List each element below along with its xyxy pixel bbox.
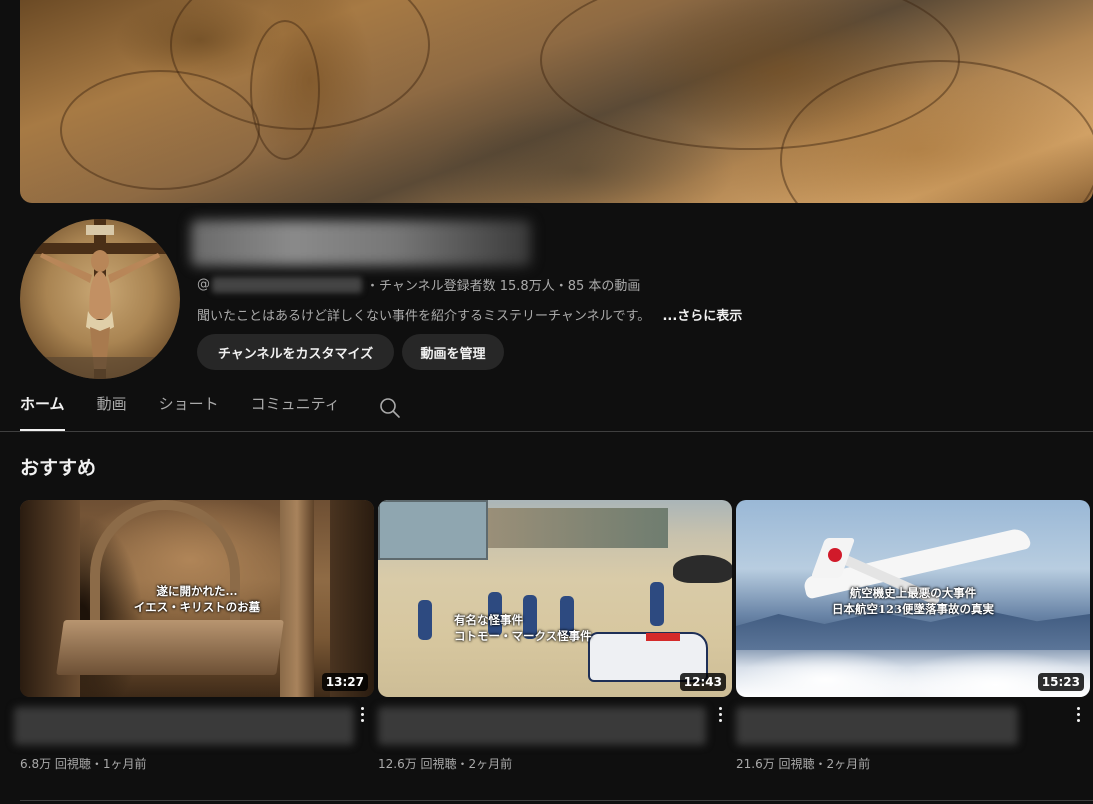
video-thumbnail-3[interactable]: 航空機史上最悪の大事件 日本航空123便墜落事故の真実 15:23 xyxy=(736,500,1090,697)
customize-channel-button[interactable]: チャンネルをカスタマイズ xyxy=(197,334,394,370)
video-duration-2: 12:43 xyxy=(679,673,726,691)
tab-community[interactable]: コミュニティ xyxy=(251,393,340,431)
video-meta-2: 12.6万 回視聴・2ヶ月前 xyxy=(378,757,513,771)
video-thumbnail-1[interactable]: 遂に開かれた... イエス・キリストのお墓 13:27 xyxy=(20,500,374,697)
video-meta-1: 6.8万 回視聴・1ヶ月前 xyxy=(20,757,147,771)
more-options-icon[interactable] xyxy=(712,704,728,724)
channel-tabs: ホーム 動画 ショート コミュニティ xyxy=(20,393,372,431)
channel-description-text: 聞いたことはあるけど詳しくない事件を紹介するミステリーチャンネルです。 xyxy=(197,309,651,324)
video-title-redacted-1 xyxy=(14,707,354,745)
video-meta-3: 21.6万 回視聴・2ヶ月前 xyxy=(736,757,871,771)
crucifix-image xyxy=(20,219,180,379)
video-duration-3: 15:23 xyxy=(1037,673,1084,691)
section-divider xyxy=(20,800,1093,801)
video-title-redacted-2 xyxy=(378,707,706,745)
more-options-icon[interactable] xyxy=(1070,704,1086,724)
video-title-redacted-3 xyxy=(736,707,1018,745)
tab-videos[interactable]: 動画 xyxy=(97,393,127,431)
channel-banner xyxy=(20,0,1093,203)
tabs-divider xyxy=(0,431,1093,432)
tab-home[interactable]: ホーム xyxy=(20,393,65,431)
search-icon[interactable] xyxy=(378,396,402,420)
channel-name-redacted xyxy=(191,220,531,266)
video-caption-1: 遂に開かれた... イエス・キリストのお墓 xyxy=(133,584,261,614)
channel-meta: @ ・チャンネル登録者数 15.8万人・85 本の動画 xyxy=(197,275,640,294)
channel-handle-redacted xyxy=(212,276,362,293)
section-title-recommended: おすすめ xyxy=(20,457,97,479)
video-duration-1: 13:27 xyxy=(321,673,368,691)
show-more-link[interactable]: ...さらに表示 xyxy=(662,309,742,324)
video-caption-2: 有名な怪事件 コトモー・マークス怪事件 xyxy=(454,613,592,643)
video-thumbnail-2[interactable]: 有名な怪事件 コトモー・マークス怪事件 12:43 xyxy=(378,500,732,697)
channel-handle-prefix: @ xyxy=(197,277,210,292)
channel-avatar[interactable] xyxy=(20,219,180,379)
manage-videos-button[interactable]: 動画を管理 xyxy=(402,334,504,370)
channel-stats: ・チャンネル登録者数 15.8万人・85 本の動画 xyxy=(366,279,641,294)
video-caption-3: 航空機史上最悪の大事件 日本航空123便墜落事故の真実 xyxy=(831,586,994,616)
channel-description[interactable]: 聞いたことはあるけど詳しくない事件を紹介するミステリーチャンネルです。 ...さ… xyxy=(197,305,742,324)
tab-shorts[interactable]: ショート xyxy=(159,393,219,431)
more-options-icon[interactable] xyxy=(354,704,370,724)
